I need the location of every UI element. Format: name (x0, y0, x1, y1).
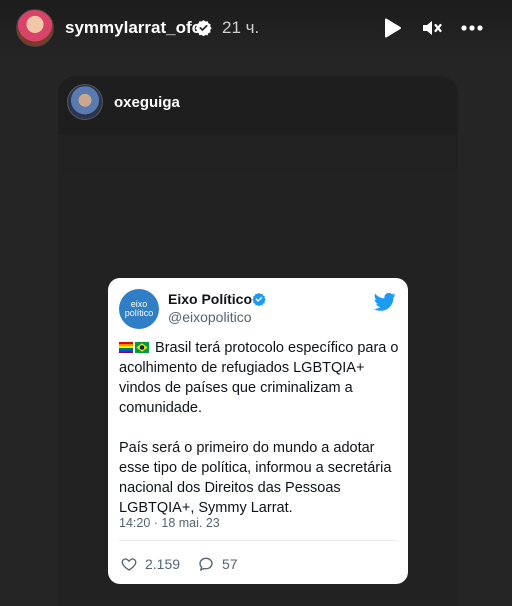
tweet-reply-count: 57 (222, 556, 238, 572)
mute-icon[interactable] (420, 16, 444, 40)
reply-icon (199, 557, 213, 571)
heart-icon (121, 558, 137, 571)
shared-post-avatar[interactable] (67, 84, 103, 120)
tweet-timestamp: 14:20 · 18 mai. 23 (119, 516, 220, 530)
more-options-icon[interactable] (460, 16, 484, 40)
tweet-avatar: eixo político (119, 289, 159, 329)
tweet-verified-icon (252, 292, 266, 306)
tweet-text: Brasil terá protocolo específico para o … (119, 338, 401, 538)
story-time: 21 ч. (222, 18, 260, 37)
tweet-author-name: Eixo Político (168, 291, 253, 307)
tweet-card: eixo político Eixo Político @eixopolitic… (108, 278, 408, 584)
rainbow-flag-icon (119, 342, 133, 353)
user-avatar[interactable] (16, 9, 54, 47)
tweet-paragraph-1-text: Brasil terá protocolo específico para o … (119, 340, 399, 416)
verified-badge-icon (195, 20, 212, 36)
shared-post-username[interactable]: oxeguiga (114, 94, 180, 111)
shared-post-header: oxeguiga (58, 76, 458, 134)
play-icon[interactable] (380, 16, 404, 40)
twitter-bird-icon (374, 292, 396, 311)
tweet-paragraph-1: Brasil terá protocolo específico para o … (119, 338, 401, 418)
story-username[interactable]: symmylarrat_ofc (65, 18, 201, 38)
tweet-handle: @eixopolitico (168, 309, 252, 325)
tweet-divider (119, 540, 397, 541)
tweet-like-count: 2.159 (145, 556, 181, 572)
tweet-paragraph-2: País será o primeiro do mundo a adotar e… (119, 440, 392, 516)
brazil-flag-icon (135, 342, 149, 353)
